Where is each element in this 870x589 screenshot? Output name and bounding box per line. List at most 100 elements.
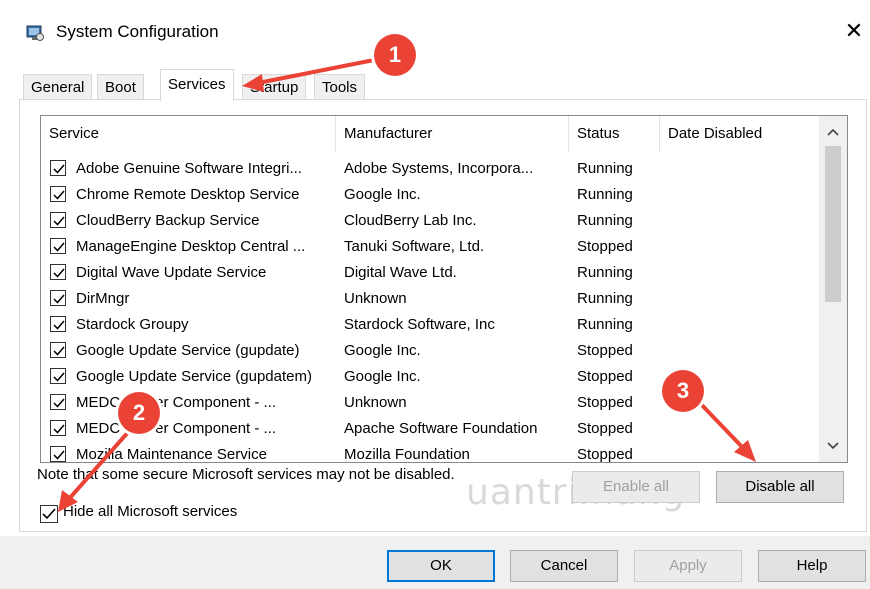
cell-manufacturer: Unknown xyxy=(344,394,407,411)
tab-tools[interactable]: Tools xyxy=(314,74,366,100)
cell-status: Running xyxy=(577,212,633,229)
table-row[interactable]: Google Update Service (gupdate) Google In… xyxy=(41,338,816,364)
table-row[interactable]: DirMngr Unknown Running xyxy=(41,286,816,312)
cell-status: Running xyxy=(577,316,633,333)
table-row[interactable]: Adobe Genuine Software Integri... Adobe S… xyxy=(41,156,816,182)
cell-status: Stopped xyxy=(577,342,633,359)
checkmark-icon xyxy=(53,346,65,356)
cell-service: ManageEngine Desktop Central ... xyxy=(76,238,306,255)
checkmark-icon xyxy=(53,450,65,460)
cell-manufacturer: Unknown xyxy=(344,290,407,307)
table-row[interactable]: CloudBerry Backup Service CloudBerry Lab … xyxy=(41,208,816,234)
service-checkbox[interactable] xyxy=(50,212,66,228)
window-title: System Configuration xyxy=(56,22,219,41)
hide-ms-services-checkbox[interactable] xyxy=(40,505,58,523)
cell-service: DirMngr xyxy=(76,290,130,307)
scrollbar-thumb[interactable] xyxy=(825,146,841,302)
cell-service: Google Update Service (gupdatem) xyxy=(76,368,312,385)
ok-button[interactable]: OK xyxy=(387,550,495,582)
service-checkbox[interactable] xyxy=(50,394,66,410)
cell-service: Adobe Genuine Software Integri... xyxy=(76,160,302,177)
service-checkbox[interactable] xyxy=(50,264,66,280)
tab-boot[interactable]: Boot xyxy=(97,74,144,100)
cell-status: Running xyxy=(577,160,633,177)
cell-manufacturer: Mozilla Foundation xyxy=(344,446,470,463)
help-button[interactable]: Help xyxy=(758,550,866,582)
annotation-badge-3: 3 xyxy=(662,370,704,412)
cell-service: Chrome Remote Desktop Service xyxy=(76,186,300,203)
table-row[interactable]: Stardock Groupy Stardock Software, Inc Run… xyxy=(41,312,816,338)
cancel-button[interactable]: Cancel xyxy=(510,550,618,582)
service-checkbox[interactable] xyxy=(50,316,66,332)
tab-services[interactable]: Services xyxy=(160,69,234,101)
hide-ms-services-label[interactable]: Hide all Microsoft services xyxy=(63,503,237,520)
column-header-service[interactable]: Service xyxy=(41,116,335,152)
table-row[interactable]: ManageEngine Desktop Central ... Tanuki S… xyxy=(41,234,816,260)
cell-manufacturer: Digital Wave Ltd. xyxy=(344,264,457,281)
cell-status: Running xyxy=(577,290,633,307)
table-row[interactable]: Digital Wave Update Service Digital Wave … xyxy=(41,260,816,286)
cell-service: CloudBerry Backup Service xyxy=(76,212,260,229)
checkmark-icon xyxy=(53,294,65,304)
checkmark-icon xyxy=(53,320,65,330)
close-icon[interactable]: ✕ xyxy=(840,17,868,45)
cell-manufacturer: Google Inc. xyxy=(344,342,421,359)
system-config-icon xyxy=(26,25,44,41)
cell-status: Running xyxy=(577,264,633,281)
checkmark-icon xyxy=(53,164,65,174)
cell-manufacturer: Tanuki Software, Ltd. xyxy=(344,238,485,255)
service-checkbox[interactable] xyxy=(50,342,66,358)
chevron-up-icon[interactable] xyxy=(819,120,847,144)
cell-date-disabled xyxy=(668,338,808,364)
cell-manufacturer: Apache Software Foundation xyxy=(344,420,538,437)
cell-manufacturer: CloudBerry Lab Inc. xyxy=(344,212,477,229)
cell-date-disabled xyxy=(668,442,808,462)
checkmark-icon xyxy=(53,216,65,226)
cell-date-disabled xyxy=(668,286,808,312)
checkmark-icon xyxy=(53,190,65,200)
cell-status: Stopped xyxy=(577,446,633,463)
table-row[interactable]: Mozilla Maintenance Service Mozilla Found… xyxy=(41,442,816,463)
service-checkbox[interactable] xyxy=(50,290,66,306)
cell-date-disabled xyxy=(668,312,808,338)
service-checkbox[interactable] xyxy=(50,238,66,254)
cell-date-disabled xyxy=(668,416,808,442)
tab-general[interactable]: General xyxy=(23,74,93,100)
column-header-status[interactable]: Status xyxy=(569,116,659,152)
table-row[interactable]: Chrome Remote Desktop Service Google Inc.… xyxy=(41,182,816,208)
cell-service: Stardock Groupy xyxy=(76,316,189,333)
service-checkbox[interactable] xyxy=(50,446,66,462)
cell-date-disabled xyxy=(668,208,808,234)
system-configuration-window: System Configuration ✕ General Boot Serv… xyxy=(0,0,870,589)
cell-date-disabled xyxy=(668,234,808,260)
service-checkbox[interactable] xyxy=(50,160,66,176)
checkmark-icon xyxy=(53,242,65,252)
service-checkbox[interactable] xyxy=(50,368,66,384)
cell-date-disabled xyxy=(668,182,808,208)
vertical-scrollbar[interactable] xyxy=(819,116,847,462)
tab-startup[interactable]: Startup xyxy=(242,74,307,100)
annotation-badge-2: 2 xyxy=(118,392,160,434)
cell-date-disabled xyxy=(668,260,808,286)
cell-service: Google Update Service (gupdate) xyxy=(76,342,300,359)
cell-service: Digital Wave Update Service xyxy=(76,264,267,281)
chevron-down-icon[interactable] xyxy=(819,434,847,458)
service-checkbox[interactable] xyxy=(50,186,66,202)
cell-status: Stopped xyxy=(577,420,633,437)
column-header-date-disabled[interactable]: Date Disabled xyxy=(660,116,810,152)
services-list[interactable]: Service Manufacturer Status Date Disable… xyxy=(40,115,848,463)
apply-button[interactable]: Apply xyxy=(634,550,742,582)
column-header-manufacturer[interactable]: Manufacturer xyxy=(336,116,568,152)
enable-all-button[interactable]: Enable all xyxy=(572,471,700,503)
checkmark-icon xyxy=(53,398,65,408)
cell-status: Stopped xyxy=(577,368,633,385)
disable-all-button[interactable]: Disable all xyxy=(716,471,844,503)
cell-manufacturer: Adobe Systems, Incorpora... xyxy=(344,160,534,177)
cell-date-disabled xyxy=(668,156,808,182)
cell-manufacturer: Google Inc. xyxy=(344,186,421,203)
checkmark-icon xyxy=(53,372,65,382)
service-checkbox[interactable] xyxy=(50,420,66,436)
cell-service: MEDC Server Component - ... xyxy=(76,394,277,411)
cell-service: Mozilla Maintenance Service xyxy=(76,446,267,463)
cell-status: Running xyxy=(577,186,633,203)
